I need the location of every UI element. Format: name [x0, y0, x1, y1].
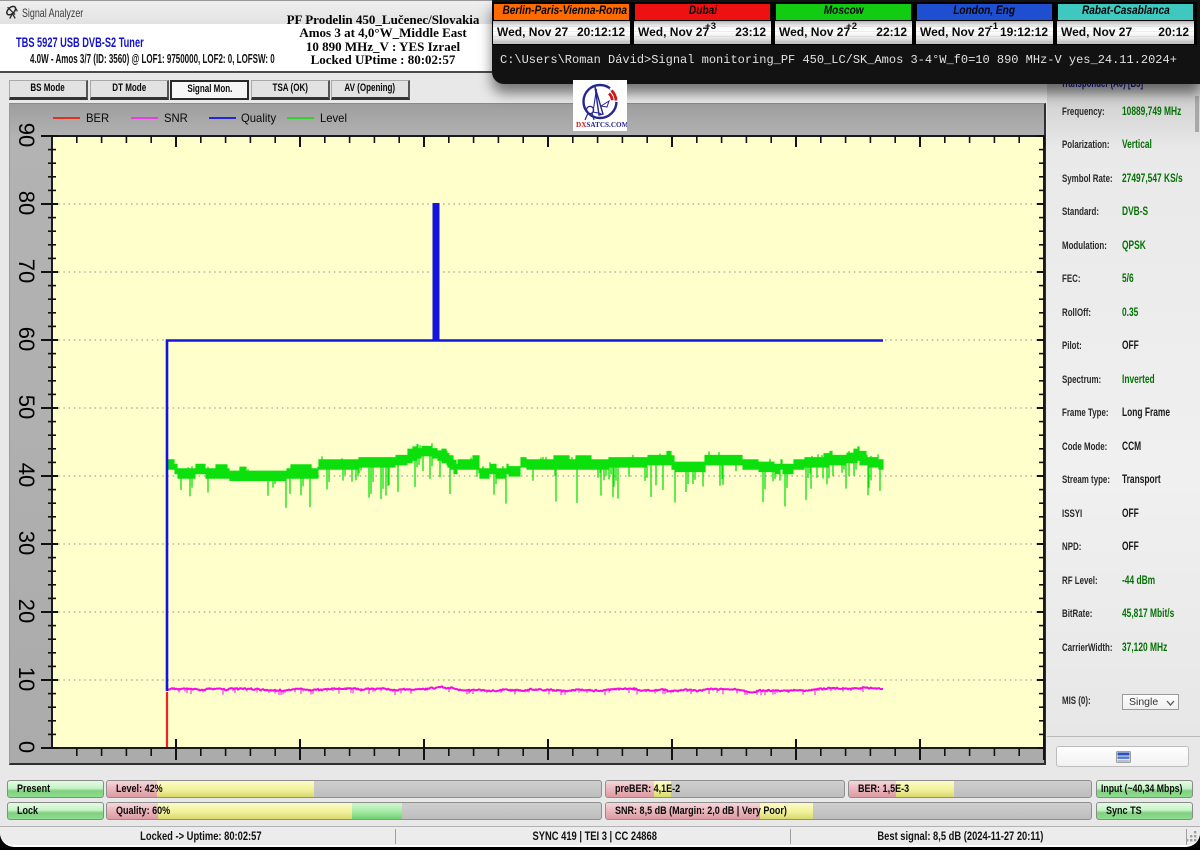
svg-text:DXSATCS.COM: DXSATCS.COM — [576, 121, 627, 129]
